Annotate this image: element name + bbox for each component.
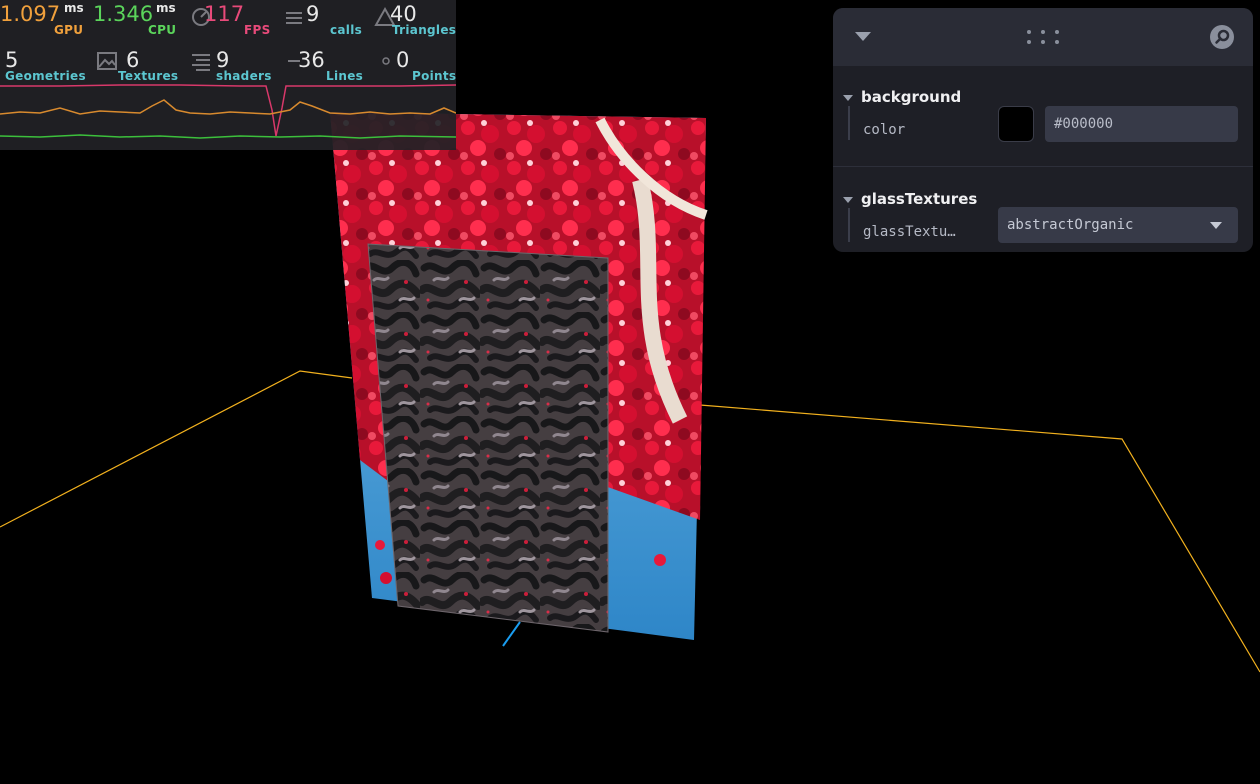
folder-caret-icon[interactable] bbox=[843, 197, 853, 203]
color-swatch[interactable] bbox=[998, 106, 1034, 142]
calls-label: calls bbox=[330, 23, 363, 37]
cpu-unit: ms bbox=[156, 1, 176, 15]
gpu-value: 1.097 bbox=[0, 2, 61, 26]
chevron-down-icon bbox=[1210, 222, 1222, 229]
frame-time-graph bbox=[0, 84, 456, 139]
row-indent-bar bbox=[848, 208, 850, 242]
gpu-graph-line bbox=[0, 99, 456, 115]
panel-header[interactable] bbox=[833, 8, 1253, 66]
drag-handle-icon[interactable] bbox=[1025, 28, 1061, 46]
collapse-panel-icon[interactable] bbox=[855, 32, 871, 41]
fps-label: FPS bbox=[244, 23, 271, 37]
calls-value: 9 bbox=[306, 2, 320, 26]
folder-glass-textures: glassTextures glassTextu… abstractOrgani… bbox=[833, 168, 1253, 252]
folder-caret-icon[interactable] bbox=[843, 95, 853, 101]
glass-texture-label: glassTextu… bbox=[863, 224, 956, 240]
color-label: color bbox=[863, 122, 906, 138]
grid-outline-line-right bbox=[699, 404, 1260, 673]
color-hex-input[interactable]: #000000 bbox=[1045, 106, 1238, 142]
grid-outline-line bbox=[0, 370, 353, 528]
shader-list-icon bbox=[192, 54, 210, 71]
points-value: 0 bbox=[396, 48, 410, 72]
folder-title[interactable]: background bbox=[861, 88, 961, 106]
performance-stats-panel: 1.097 ms GPU 1.346 ms CPU 117 FPS 9 call… bbox=[0, 0, 456, 150]
row-indent-bar bbox=[848, 106, 850, 140]
folder-divider bbox=[833, 166, 1253, 167]
gpu-label: GPU bbox=[54, 23, 84, 37]
cpu-label: CPU bbox=[148, 23, 177, 37]
draw-calls-icon bbox=[286, 12, 302, 24]
triangles-label: Triangles bbox=[392, 23, 456, 37]
lines-value: 36 bbox=[298, 48, 325, 72]
folder-title[interactable]: glassTextures bbox=[861, 190, 977, 208]
cpu-value: 1.346 bbox=[93, 2, 154, 26]
axis-line bbox=[502, 621, 521, 647]
glass-texture-select[interactable]: abstractOrganic bbox=[998, 207, 1238, 243]
glass-plane bbox=[367, 243, 609, 633]
controls-panel: background color #000000 glassTextures g… bbox=[833, 8, 1253, 252]
folder-background: background color #000000 bbox=[833, 66, 1253, 166]
cpu-graph-line bbox=[0, 134, 456, 139]
glass-texture-selected-value: abstractOrganic bbox=[1007, 217, 1134, 233]
search-icon[interactable] bbox=[1209, 24, 1235, 50]
gpu-unit: ms bbox=[64, 1, 84, 15]
fps-value: 117 bbox=[204, 2, 245, 26]
image-icon bbox=[97, 52, 117, 70]
